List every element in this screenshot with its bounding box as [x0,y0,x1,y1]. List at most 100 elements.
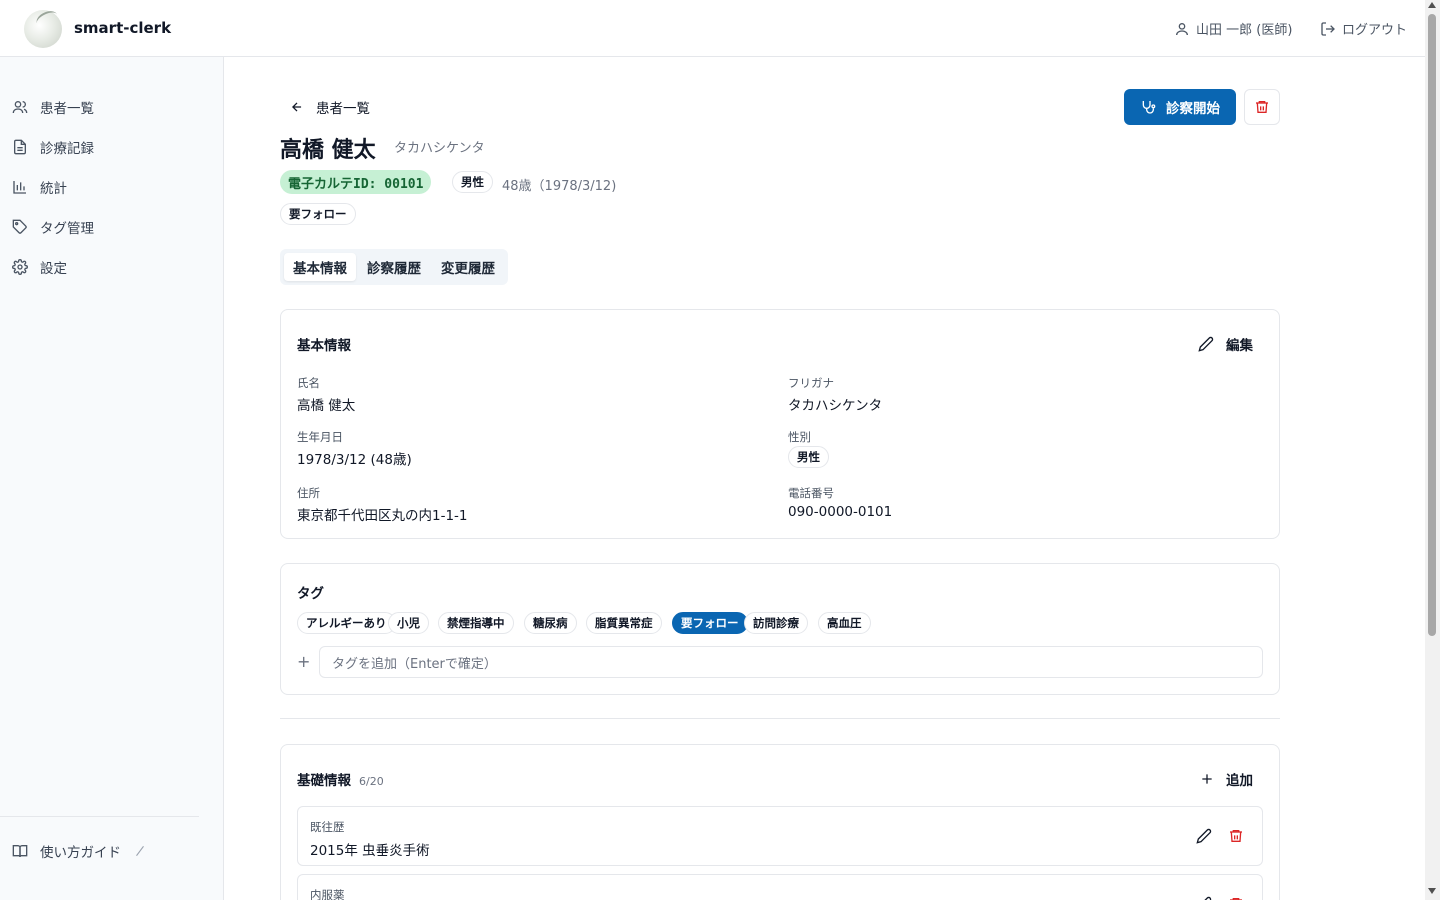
tab-exam-history[interactable]: 診察履歴 [358,253,430,281]
pencil-icon[interactable] [1196,896,1212,900]
trash-icon [1256,101,1268,113]
back-link[interactable]: 患者一覧 [290,97,370,117]
app-name[interactable]: smart-clerk [74,19,171,37]
stethoscope-icon [1142,101,1156,114]
tab-basic-info[interactable]: 基本情報 [284,253,356,281]
item-label: 既往歴 [310,820,345,834]
guide-link[interactable]: 使い方ガイド [12,841,147,861]
sidebar-item-settings[interactable]: 設定 [12,255,67,279]
sidebar-item-label: 統計 [40,181,67,197]
sidebar-item-label: 患者一覧 [40,101,94,117]
kana-label: フリガナ [788,376,834,390]
phone-value: 090-0000-0101 [788,504,893,520]
gender-badge: 男性 [452,171,493,193]
name-label: 氏名 [297,376,320,390]
logout-icon [1321,21,1335,36]
tag-item[interactable]: 糖尿病 [524,612,577,634]
tab-change-history[interactable]: 変更履歴 [432,253,504,281]
user-icon [1176,22,1188,35]
address-value: 東京都千代田区丸の内1-1-1 [297,508,468,524]
foundation-title-text: 基礎情報 [297,773,351,789]
patient-kana: タカハシケンタ [394,141,485,156]
item-value: 2015年 虫垂炎手術 [310,843,430,859]
section-divider [280,718,1280,719]
pencil-icon [1198,336,1214,352]
patient-age: 48歳（1978/3/12) [502,179,617,194]
plus-icon [1202,774,1212,784]
scrollbar[interactable] [1425,0,1440,900]
birth-label: 生年月日 [297,430,343,444]
users-icon [12,101,28,114]
trash-icon[interactable] [1228,828,1244,844]
tags-title: タグ [297,586,324,602]
foundation-item: 既往歴 2015年 虫垂炎手術 [297,806,1263,866]
sidebar-item-records[interactable]: 診療記録 [12,135,94,159]
sidebar-item-label: 設定 [40,261,67,277]
birth-value: 1978/3/12 (48歳) [297,452,412,468]
basic-info-title: 基本情報 [297,338,351,354]
start-exam-label: 診察開始 [1166,101,1220,117]
add-button[interactable]: 追加 [1200,769,1253,789]
item-actions [1196,896,1244,900]
foundation-card: 基礎情報 6/20 追加 既往歴 2015年 虫垂炎手術 内服薬 [280,744,1280,900]
sidebar-item-label: タグ管理 [40,221,94,237]
delete-patient-button[interactable] [1244,89,1280,125]
tag-item[interactable]: 脂質異常症 [586,612,662,634]
tab-list: 基本情報 診察履歴 変更履歴 [280,249,508,285]
start-exam-button[interactable]: 診察開始 [1124,89,1236,125]
current-user: 山田 一郎 (医師) [1174,19,1292,38]
basic-info-card: 基本情報 編集 氏名 高橋 健太 フリガナ タカハシケンタ 生年月日 1978/… [280,309,1280,539]
edit-label: 編集 [1226,338,1253,354]
trash-icon[interactable] [1228,896,1244,900]
logout-label: ログアウト [1342,23,1408,38]
sidebar-item-patients[interactable]: 患者一覧 [12,95,94,119]
arrow-left-icon [292,102,302,112]
phone-label: 電話番号 [788,486,834,500]
guide-label: 使い方ガイド [40,845,121,861]
tag-item[interactable]: 小児 [388,612,429,634]
scroll-down-arrow-icon[interactable] [1428,888,1436,894]
add-label: 追加 [1226,773,1253,789]
scroll-thumb[interactable] [1428,14,1436,636]
gear-icon [12,259,28,275]
tag-icon [12,219,27,234]
document-icon [14,139,26,155]
tag-item[interactable]: 禁煙指導中 [438,612,514,634]
karte-id-badge: 電子カルテID: 00101 [280,170,432,194]
kana-value: タカハシケンタ [788,398,883,414]
user-name: 山田 一郎 (医師) [1196,23,1293,38]
logout-button[interactable]: ログアウト [1320,19,1407,38]
item-label: 内服薬 [310,888,345,900]
follow-badge: 要フォロー [280,203,356,225]
tag-input[interactable]: タグを追加（Enterで確定） [319,646,1263,678]
top-bar: smart-clerk 山田 一郎 (医師) ログアウト [0,0,1425,57]
item-actions [1196,828,1244,844]
foundation-title: 基礎情報 6/20 [297,769,384,789]
gender-label: 性別 [788,430,811,444]
sidebar-item-label: 診療記録 [40,141,94,157]
collapse-slash-icon [136,845,144,857]
book-icon [12,845,28,858]
tags-card: タグ アレルギーあり 小児 禁煙指導中 糖尿病 脂質異常症 要フォロー 訪問診療… [280,563,1280,695]
plus-icon: + [297,652,311,671]
tag-item[interactable]: 高血圧 [818,612,871,634]
sidebar-item-tags[interactable]: タグ管理 [12,215,94,239]
foundation-item: 内服薬 [297,874,1263,900]
edit-button[interactable]: 編集 [1198,334,1253,354]
pencil-icon[interactable] [1196,828,1212,844]
name-value: 高橋 健太 [297,398,356,414]
sidebar: 患者一覧 診療記録 統計 タグ管理 設定 使い方ガイド [0,57,224,900]
gender-value: 男性 [788,446,829,468]
scroll-up-arrow-icon[interactable] [1428,2,1436,8]
sidebar-item-stats[interactable]: 統計 [12,175,67,199]
foundation-count: 6/20 [359,775,384,788]
patient-name: 高橋 健太 [280,138,376,163]
back-label: 患者一覧 [316,101,370,117]
tag-item[interactable]: 訪問診療 [744,612,808,634]
tag-item[interactable]: アレルギーあり [297,612,396,634]
address-label: 住所 [297,486,320,500]
bar-chart-icon [13,181,26,194]
sidebar-divider [0,816,199,817]
main-content: 患者一覧 診察開始 高橋 健太 タカハシケンタ 電子カルテID: 00101 男… [224,57,1425,900]
tag-item-selected[interactable]: 要フォロー [672,612,748,634]
